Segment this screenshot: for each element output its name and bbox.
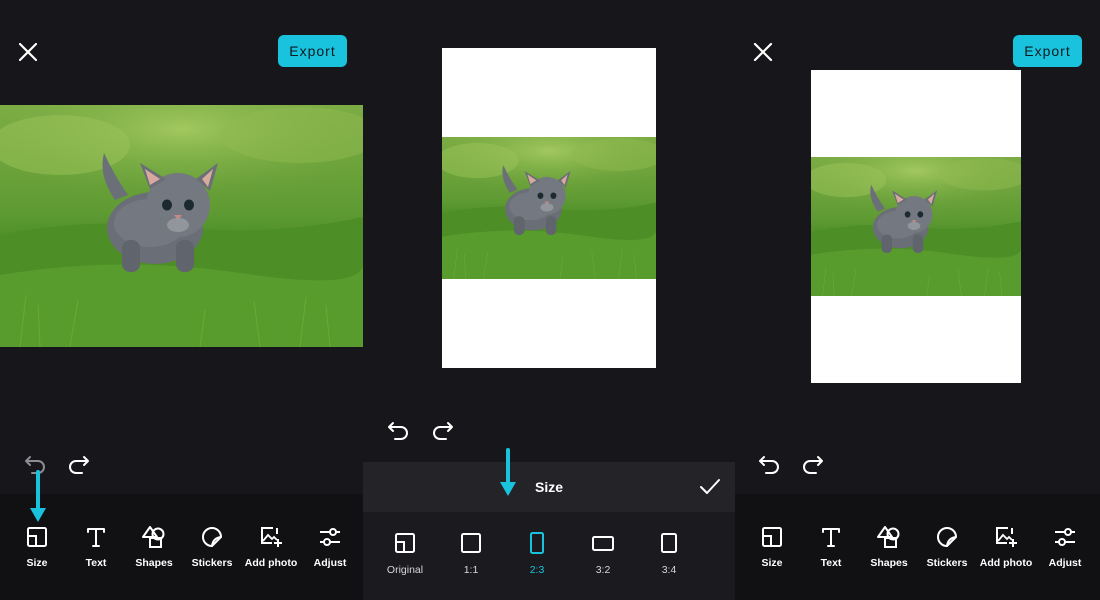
canvas-2-3[interactable] xyxy=(442,48,656,368)
undo-icon[interactable] xyxy=(384,417,412,445)
tool-adjust[interactable]: Adjust xyxy=(299,524,361,574)
portrait-3-4-ratio-icon xyxy=(661,533,677,553)
tool-label: Size xyxy=(26,557,48,569)
editor-panel-result: Export Size Text Shapes Stickers Add pho… xyxy=(735,0,1100,600)
stickers-icon xyxy=(937,527,957,547)
canvas-2-3[interactable] xyxy=(811,70,1021,383)
tool-stickers[interactable]: Stickers xyxy=(916,524,978,574)
adjust-icon xyxy=(1055,528,1075,546)
add-photo-icon xyxy=(261,527,282,547)
tool-stickers[interactable]: Stickers xyxy=(181,524,243,574)
bottom-toolbar: Size Text Shapes Stickers Add photo Adju… xyxy=(735,494,1100,600)
size-option-label: 2:3 xyxy=(529,564,545,576)
tool-label: Stickers xyxy=(191,557,233,569)
tool-label: Text xyxy=(820,557,842,569)
size-options: Original 1:1 2:3 3:2 3:4 xyxy=(363,512,735,600)
redo-icon[interactable] xyxy=(799,451,827,479)
tool-size[interactable]: Size xyxy=(741,524,803,574)
checkmark-icon[interactable] xyxy=(696,473,724,501)
editor-panel-original: Export Size Text Shapes Stickers Add pho… xyxy=(0,0,363,600)
arrow-down-icon xyxy=(499,448,517,503)
add-photo-icon xyxy=(996,527,1017,547)
tool-label: Adjust xyxy=(1048,557,1082,569)
shapes-icon xyxy=(877,526,900,548)
stickers-icon xyxy=(202,527,222,547)
size-panel-header: Size xyxy=(363,462,735,512)
tool-label: Adjust xyxy=(313,557,347,569)
size-option-label: 1:1 xyxy=(463,564,479,576)
close-icon[interactable] xyxy=(749,38,777,66)
square-ratio-icon xyxy=(461,533,481,553)
tool-label: Size xyxy=(761,557,783,569)
tool-label: Add photo xyxy=(244,557,298,569)
redo-icon[interactable] xyxy=(65,451,93,479)
kitten-photo[interactable] xyxy=(0,105,363,347)
size-option-3-4[interactable]: 3:4 xyxy=(641,530,697,590)
size-option-label: 3:4 xyxy=(661,564,677,576)
portrait-ratio-icon xyxy=(530,532,544,554)
size-option-label: 3:2 xyxy=(595,564,611,576)
shapes-icon xyxy=(142,526,165,548)
arrow-down-icon xyxy=(29,470,47,529)
tool-label: Stickers xyxy=(926,557,968,569)
kitten-photo[interactable] xyxy=(811,157,1021,296)
tool-label: Shapes xyxy=(135,557,173,569)
text-icon xyxy=(822,528,840,547)
landscape-ratio-icon xyxy=(592,536,614,551)
tool-shapes[interactable]: Shapes xyxy=(123,524,185,574)
tool-label: Shapes xyxy=(870,557,908,569)
size-option-label: Original xyxy=(386,564,424,576)
close-icon[interactable] xyxy=(14,38,42,66)
tool-text[interactable]: Text xyxy=(800,524,862,574)
export-button[interactable]: Export xyxy=(1013,35,1082,67)
tool-text[interactable]: Text xyxy=(65,524,127,574)
adjust-icon xyxy=(320,528,340,546)
tool-shapes[interactable]: Shapes xyxy=(858,524,920,574)
bottom-toolbar: Size Text Shapes Stickers Add photo Adju… xyxy=(0,494,363,600)
tool-adjust[interactable]: Adjust xyxy=(1034,524,1096,574)
undo-icon[interactable] xyxy=(755,451,783,479)
tool-add-photo[interactable]: Add photo xyxy=(240,524,302,574)
original-ratio-icon xyxy=(395,533,415,553)
tool-add-photo[interactable]: Add photo xyxy=(975,524,1037,574)
kitten-photo[interactable] xyxy=(442,137,656,279)
editor-panel-size-menu: Size Original 1:1 2:3 3:2 3:4 xyxy=(363,0,735,600)
size-icon xyxy=(762,527,782,547)
export-button[interactable]: Export xyxy=(278,35,347,67)
tool-label: Add photo xyxy=(979,557,1033,569)
size-option-original[interactable]: Original xyxy=(377,530,433,590)
redo-icon[interactable] xyxy=(429,417,457,445)
tool-size[interactable]: Size xyxy=(6,524,68,574)
size-option-1-1[interactable]: 1:1 xyxy=(443,530,499,590)
tool-label: Text xyxy=(85,557,107,569)
size-option-3-2[interactable]: 3:2 xyxy=(575,530,631,590)
size-panel-title: Size xyxy=(534,479,563,495)
text-icon xyxy=(87,528,105,547)
size-option-2-3[interactable]: 2:3 xyxy=(509,530,565,590)
